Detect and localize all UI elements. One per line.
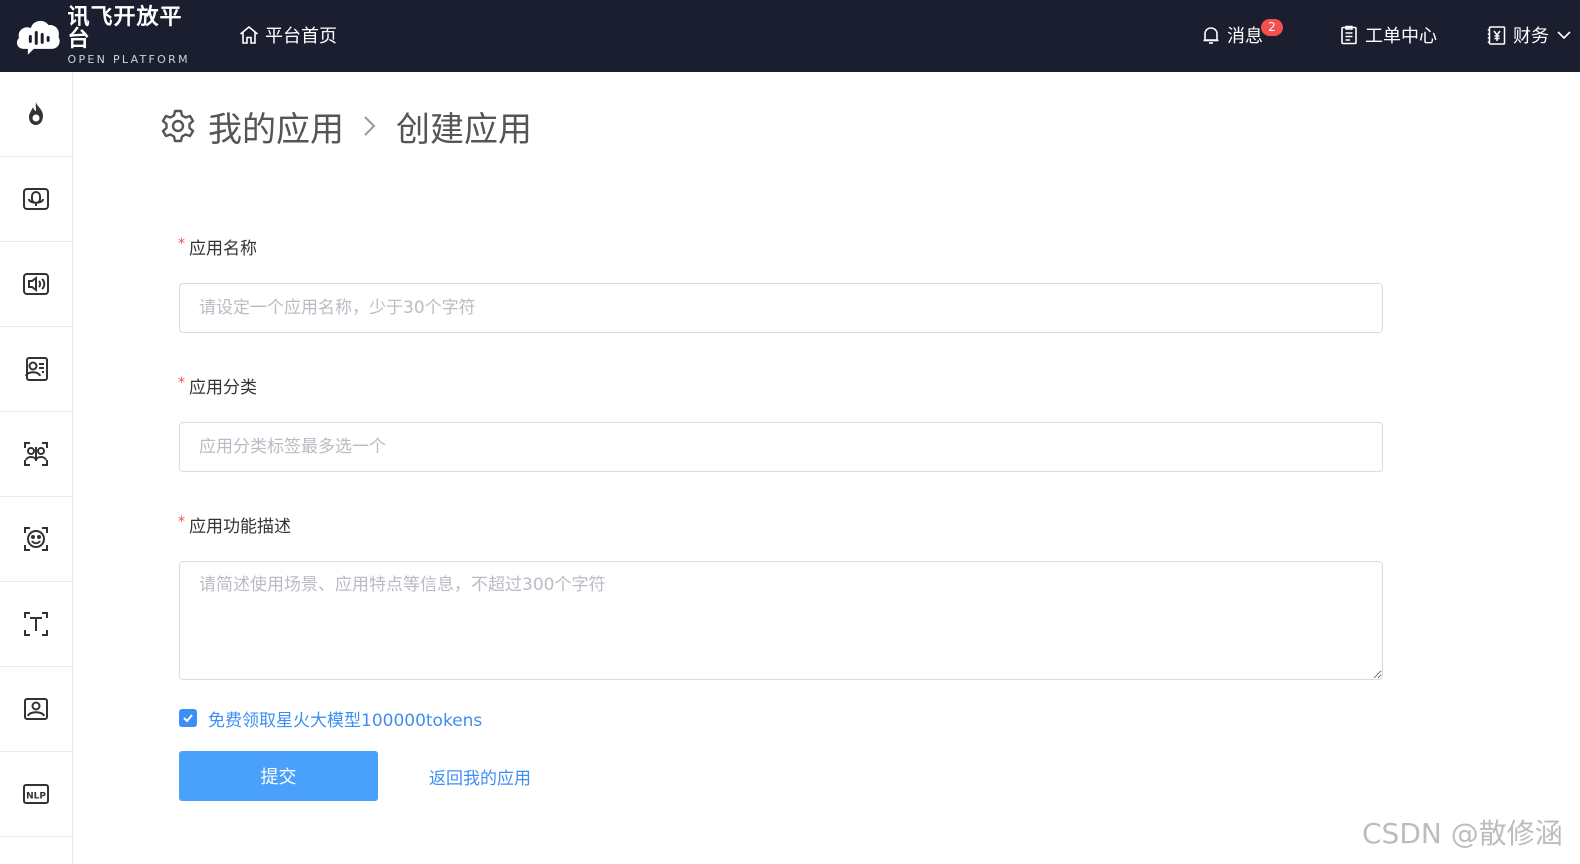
nav-ticket-label: 工单中心 bbox=[1365, 26, 1437, 47]
nav-messages[interactable]: 消息 2 bbox=[1200, 19, 1283, 48]
chevron-right-icon bbox=[364, 116, 376, 136]
app-name-input[interactable] bbox=[179, 283, 1383, 333]
flame-icon bbox=[29, 102, 43, 125]
sidebar-item-speech-synthesis[interactable] bbox=[0, 242, 72, 327]
csdn-watermark: CSDN @散修涵 bbox=[1362, 817, 1563, 850]
svg-text:NLP: NLP bbox=[26, 792, 46, 802]
product-sidebar: NLP bbox=[0, 72, 73, 864]
face-compare-icon bbox=[24, 442, 48, 466]
top-navigation-bar: 讯飞开放平台 OPEN PLATFORM 平台首页 消息 2 工单中心 财务 bbox=[0, 0, 1580, 72]
app-description-label-text: 应用功能描述 bbox=[189, 517, 291, 537]
app-description-textarea[interactable] bbox=[179, 561, 1383, 680]
breadcrumb-my-apps[interactable]: 我的应用 bbox=[208, 102, 344, 151]
iflytek-logo[interactable]: 讯飞开放平台 OPEN PLATFORM bbox=[14, 7, 204, 65]
sidebar-item-nlp[interactable]: NLP bbox=[0, 752, 72, 837]
logo-subtitle: OPEN PLATFORM bbox=[67, 53, 190, 66]
tokens-checkbox-row[interactable]: 免费领取星火大模型100000tokens bbox=[179, 706, 482, 731]
sidebar-item-hot[interactable] bbox=[0, 72, 72, 157]
speech-synthesis-icon bbox=[23, 273, 49, 295]
nav-messages-label: 消息 bbox=[1227, 26, 1263, 47]
nav-home-label: 平台首页 bbox=[265, 26, 337, 47]
app-category-label: * 应用分类 bbox=[178, 373, 257, 399]
submit-button[interactable]: 提交 bbox=[179, 751, 378, 801]
logo-title: 讯飞开放平台 bbox=[67, 5, 183, 52]
home-icon bbox=[239, 25, 259, 44]
app-category-select[interactable] bbox=[179, 422, 1383, 472]
text-recognition-icon bbox=[24, 612, 48, 636]
tokens-checkbox[interactable] bbox=[179, 709, 197, 727]
voice-transcript-icon bbox=[25, 357, 48, 381]
logo-cloud-icon bbox=[16, 20, 60, 55]
sidebar-item-text-recognition[interactable] bbox=[0, 582, 72, 667]
nav-finance[interactable]: 财务 bbox=[1486, 22, 1573, 48]
app-description-label: * 应用功能描述 bbox=[178, 512, 291, 538]
required-mark: * bbox=[178, 513, 185, 530]
bell-icon bbox=[1203, 27, 1219, 44]
nav-ticket-center[interactable]: 工单中心 bbox=[1338, 22, 1437, 48]
tokens-checkbox-label[interactable]: 免费领取星火大模型100000tokens bbox=[208, 706, 482, 731]
app-name-label-text: 应用名称 bbox=[189, 239, 257, 259]
gear-icon bbox=[161, 109, 195, 143]
app-name-label: * 应用名称 bbox=[178, 234, 257, 260]
face-detection-icon bbox=[24, 527, 48, 551]
check-icon bbox=[183, 714, 193, 723]
back-to-my-apps-link[interactable]: 返回我的应用 bbox=[429, 764, 531, 789]
chevron-down-icon bbox=[1557, 31, 1571, 40]
breadcrumb: 我的应用 创建应用 bbox=[160, 102, 532, 150]
nav-platform-home[interactable]: 平台首页 bbox=[238, 22, 337, 48]
required-mark: * bbox=[178, 374, 185, 391]
app-category-label-text: 应用分类 bbox=[189, 378, 257, 398]
yuan-wallet-icon bbox=[1487, 26, 1506, 45]
sidebar-item-face-detection[interactable] bbox=[0, 497, 72, 582]
sidebar-item-voice-transcript[interactable] bbox=[0, 327, 72, 412]
nav-finance-label: 财务 bbox=[1513, 26, 1549, 47]
messages-count-badge: 2 bbox=[1261, 19, 1283, 36]
clipboard-icon bbox=[1341, 25, 1357, 45]
image-recognition-icon bbox=[24, 698, 48, 720]
speech-recognition-icon bbox=[23, 188, 49, 210]
sidebar-item-image-recognition[interactable] bbox=[0, 667, 72, 752]
sidebar-item-speech-recognition[interactable] bbox=[0, 157, 72, 242]
sidebar-item-face-compare[interactable] bbox=[0, 412, 72, 497]
required-mark: * bbox=[178, 235, 185, 252]
nlp-icon: NLP bbox=[23, 784, 49, 804]
breadcrumb-create-app: 创建应用 bbox=[396, 109, 532, 150]
